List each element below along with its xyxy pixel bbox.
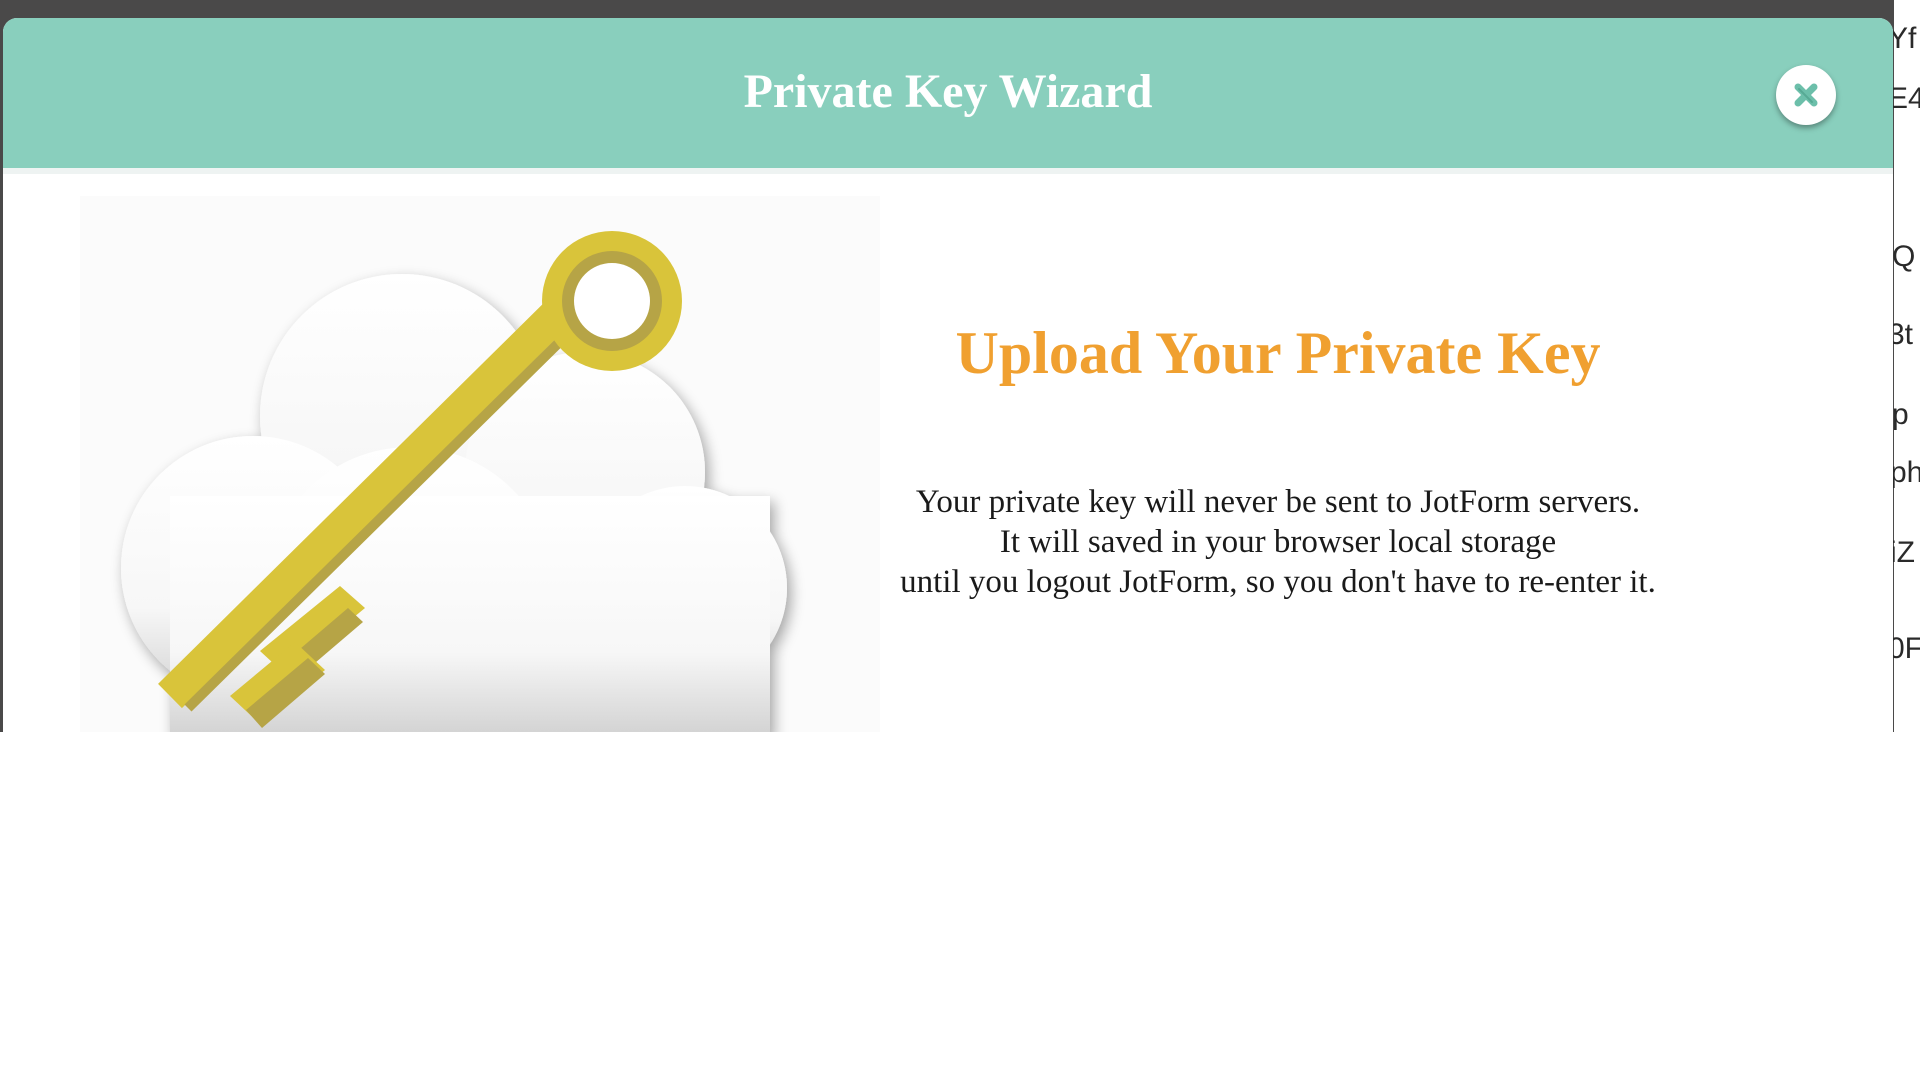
close-button[interactable]	[1776, 65, 1836, 125]
close-icon	[1790, 79, 1822, 111]
background-text-fragment: Q	[1892, 240, 1916, 273]
info-line: Your private key will never be sent to J…	[915, 484, 1641, 520]
key-cloud-icon	[80, 196, 880, 732]
info-line: It will saved in your browser local stor…	[999, 524, 1557, 560]
dialog-title: Private Key Wizard	[743, 65, 1153, 118]
dialog-content: Upload Your Private Key Your private key…	[863, 318, 1693, 602]
background-text-fragment: p	[1892, 398, 1909, 431]
dialog-header: Private Key Wizard	[3, 18, 1893, 174]
private-key-wizard-dialog: Private Key Wizard Upload Your Private K…	[3, 18, 1893, 732]
background-text-fragment: ph	[1890, 456, 1920, 489]
info-text: Your private key will never be sent to J…	[863, 482, 1693, 602]
screen-viewport: Yf E4 Q 3t p ph iZ 0F Private Key Wizard	[0, 0, 1920, 732]
upload-key-heading: Upload Your Private Key	[955, 320, 1601, 386]
background-text-fragment: iZ	[1890, 536, 1915, 569]
info-line: until you logout JotForm, so you don't h…	[900, 564, 1656, 600]
